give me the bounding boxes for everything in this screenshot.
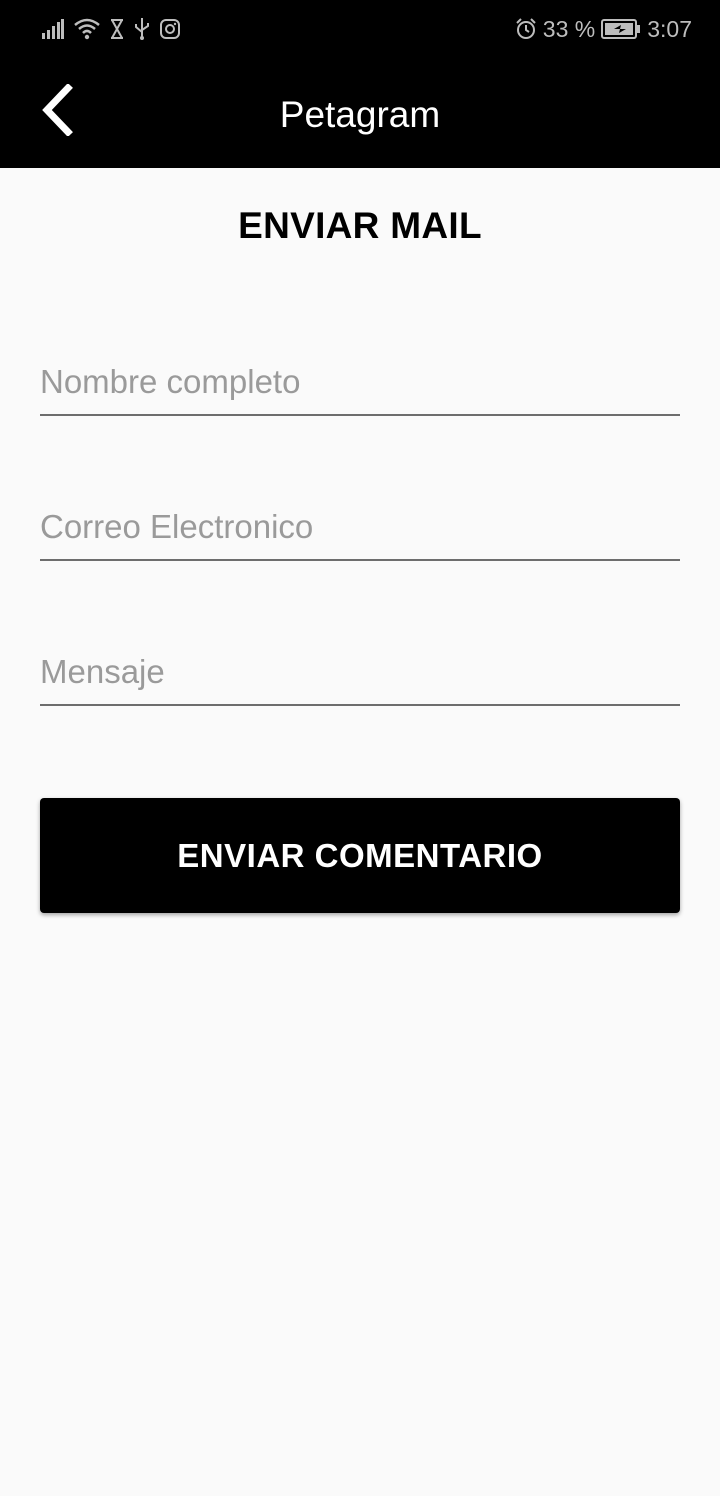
back-button[interactable]	[26, 80, 86, 144]
app-title: Petagram	[279, 94, 441, 135]
alarm-icon	[515, 18, 537, 40]
instagram-icon	[160, 19, 180, 39]
page-title: ENVIAR MAIL	[238, 205, 482, 246]
send-comment-button[interactable]: ENVIAR COMENTARIO	[40, 798, 680, 913]
hourglass-icon	[110, 19, 124, 39]
message-field	[40, 644, 680, 706]
message-input[interactable]	[40, 644, 680, 700]
usb-icon	[134, 18, 150, 40]
send-comment-label: ENVIAR COMENTARIO	[177, 836, 543, 874]
clock: 3:07	[647, 15, 692, 42]
status-bar: 33 % 3:07	[0, 0, 720, 56]
status-icons-right: 33 % 3:07	[515, 14, 692, 44]
signal-icon	[42, 19, 64, 39]
name-input[interactable]	[40, 354, 680, 410]
battery-charging-icon	[601, 19, 641, 39]
email-input[interactable]	[40, 499, 680, 555]
status-icons-left	[42, 16, 180, 42]
email-field	[40, 499, 680, 561]
battery-percent: 33 %	[542, 15, 596, 42]
wifi-icon	[74, 18, 100, 40]
chevron-left-icon	[39, 82, 73, 141]
app-bar: Petagram	[0, 56, 720, 168]
name-field	[40, 354, 680, 416]
